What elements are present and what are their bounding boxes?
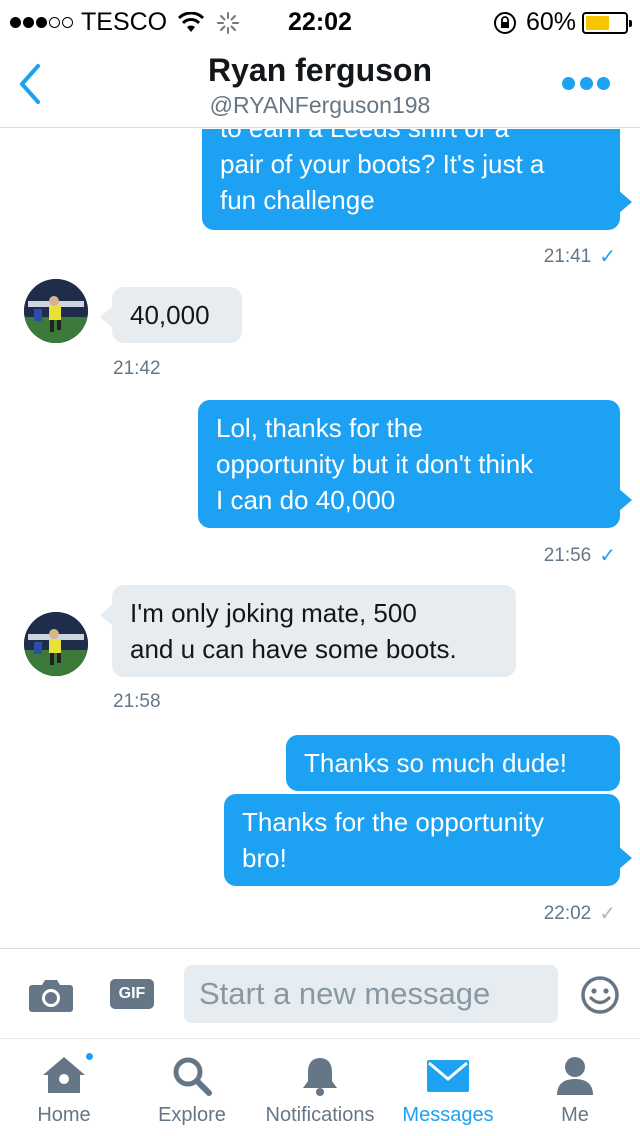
contact-avatar[interactable] — [24, 279, 88, 343]
rotation-lock-icon — [493, 11, 516, 34]
message-line: Thanks so much dude! — [304, 748, 568, 778]
avatar-photo-icon — [24, 612, 88, 676]
more-dot-icon — [562, 76, 575, 90]
message-time: 21:58 — [113, 691, 161, 712]
contact-name[interactable]: Ryan ferguson — [0, 52, 640, 89]
gif-button[interactable]: GIF — [110, 979, 154, 1009]
contact-handle: @RYANFerguson198 — [209, 92, 431, 118]
outgoing-message-bubble[interactable]: Thanks for the opportunity bro! — [224, 794, 632, 886]
conversation-header: Ryan ferguson @RYANFerguson198 — [0, 40, 640, 128]
person-icon — [557, 1057, 593, 1095]
message-list[interactable]: to earn a Leeds shirt or a pair of your … — [0, 129, 640, 949]
tab-label: Me — [561, 1104, 589, 1126]
emoji-button[interactable] — [580, 975, 620, 1015]
avatar-photo-icon — [24, 279, 88, 343]
tab-label: Notifications — [265, 1104, 375, 1126]
message-time: 21:41 — [543, 245, 592, 267]
new-message-input[interactable] — [184, 965, 558, 1023]
bell-icon — [303, 1058, 337, 1096]
message-meta: 21:56 ✓ — [544, 543, 616, 568]
read-check-icon: ✓ — [599, 246, 616, 268]
battery-fill — [586, 15, 609, 30]
message-line: to earn a Leeds shirt or a — [220, 129, 602, 146]
message-line: bro! — [242, 843, 287, 873]
message-line: fun challenge — [220, 185, 375, 215]
tab-label: Home — [37, 1104, 91, 1126]
message-composer: GIF — [0, 948, 640, 1038]
bubble-tail — [100, 305, 114, 329]
message-meta: 21:58 — [113, 691, 161, 713]
battery-percent: 60% — [525, 8, 576, 36]
incoming-message-bubble[interactable]: 40,000 — [100, 287, 242, 343]
message-time: 21:56 — [543, 544, 592, 566]
message-line: 40,000 — [130, 300, 210, 330]
message-line: Thanks for the opportunity — [242, 807, 545, 837]
message-time: 21:42 — [113, 358, 161, 379]
outgoing-message-bubble[interactable]: to earn a Leeds shirt or a pair of your … — [202, 129, 632, 230]
tab-home[interactable]: Home — [14, 1039, 114, 1136]
tab-notifications[interactable]: Notifications — [255, 1039, 385, 1136]
tab-bar: Home Explore Notifications Messages Me — [0, 1038, 640, 1136]
tab-label: Explore — [158, 1104, 226, 1126]
bubble-tail — [100, 603, 114, 627]
search-icon — [173, 1057, 212, 1096]
message-meta: 22:02 ✓ — [544, 901, 616, 926]
tab-label: Messages — [402, 1104, 494, 1126]
incoming-message-bubble[interactable]: I'm only joking mate, 500 and u can have… — [100, 585, 516, 677]
bubble-tail — [618, 846, 632, 870]
message-meta: 21:42 — [113, 358, 161, 380]
message-meta: 21:41 ✓ — [544, 244, 616, 269]
tab-explore[interactable]: Explore — [142, 1039, 242, 1136]
message-line: I'm only joking mate, 500 — [130, 598, 417, 628]
more-dot-icon — [597, 76, 610, 90]
message-time: 22:02 — [543, 902, 592, 924]
message-line: pair of your boots? It's just a — [220, 149, 545, 179]
status-bar: TESCO 22:02 60% — [0, 0, 640, 40]
message-line: I can do 40,000 — [216, 485, 396, 515]
outgoing-message-bubble[interactable]: Thanks so much dude! — [286, 735, 620, 791]
status-right: 60% — [492, 8, 632, 37]
home-notification-dot — [84, 1051, 95, 1062]
tab-me[interactable]: Me — [530, 1039, 620, 1136]
camera-button[interactable] — [28, 977, 74, 1013]
outgoing-message-bubble[interactable]: Lol, thanks for the opportunity but it d… — [198, 400, 632, 528]
envelope-icon — [427, 1060, 469, 1092]
tab-messages[interactable]: Messages — [396, 1039, 500, 1136]
more-options-button[interactable] — [562, 74, 610, 92]
bubble-tail — [618, 190, 632, 214]
more-dot-icon — [579, 76, 593, 90]
contact-avatar[interactable] — [24, 612, 88, 676]
battery-icon — [582, 11, 632, 34]
message-line: opportunity but it don't think — [216, 449, 534, 479]
sent-check-icon: ✓ — [599, 903, 616, 925]
home-icon — [43, 1057, 85, 1093]
message-line: and u can have some boots. — [130, 634, 457, 664]
bubble-tail — [618, 488, 632, 512]
message-line: Lol, thanks for the — [216, 413, 423, 443]
read-check-icon: ✓ — [599, 545, 616, 567]
